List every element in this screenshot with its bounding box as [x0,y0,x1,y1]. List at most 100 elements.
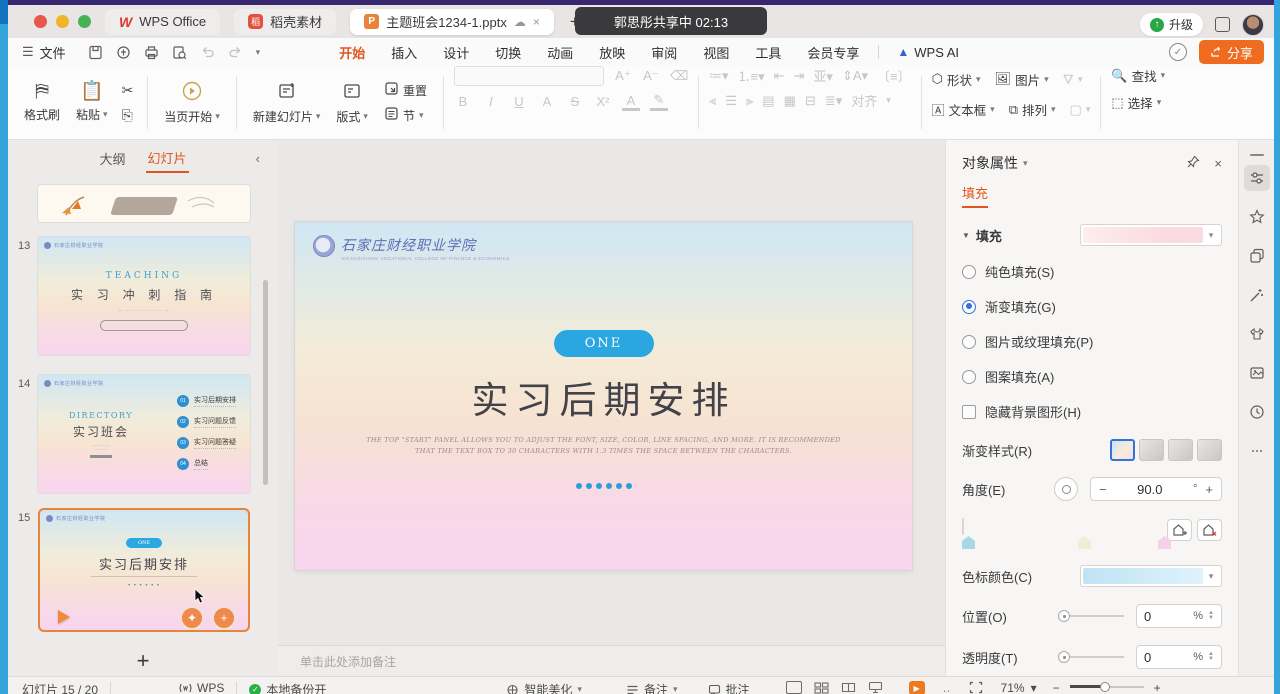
minimize-window-button[interactable] [56,15,69,28]
solid-fill-option[interactable]: 纯色填充(S) [946,262,1238,281]
ribbon-tab-design[interactable]: 设计 [430,39,482,66]
align-center-icon[interactable]: ☰ [725,93,737,109]
collapse-panel-icon[interactable]: ‹ [256,151,260,166]
gradient-style-4[interactable] [1197,439,1222,461]
slide-thumbnail-12-partial[interactable] [38,185,250,222]
format-painter-button[interactable]: ⛿ 格式刷 [16,82,68,123]
properties-rail-icon[interactable] [1244,165,1270,191]
numbered-list-icon[interactable]: ⒈≡▾ [737,66,764,85]
ribbon-tab-view[interactable]: 视图 [690,39,742,66]
history-rail-icon[interactable] [1244,399,1270,425]
distribute-icon[interactable]: ▦ [784,93,796,109]
paragraph-spacing-icon[interactable]: ≣▾ [825,93,842,109]
slide-thumbnail-15-selected[interactable]: 石家庄财经职业学院 ONE 实习后期安排 • • • • • • ✦ + [38,508,250,632]
slideshow-play-button[interactable]: ▶ [909,681,925,694]
print-preview-icon[interactable] [172,45,187,60]
slide-sorter-view-icon[interactable] [814,681,829,694]
angle-rotate-knob[interactable] [1054,477,1078,501]
fit-slide-icon[interactable] [969,681,983,694]
align-objects-label[interactable]: 对齐 [851,91,877,110]
char-shading-button[interactable]: A [538,94,556,109]
tab-document-active[interactable]: P 主题班会1234-1.pptx ☁ × [350,9,554,35]
slide-canvas[interactable]: 石家庄财经职业学院 SHIJIAZHUANG VOCATIONAL COLLEG… [278,140,945,645]
font-name-combo[interactable] [454,66,604,86]
italic-button[interactable]: I [482,94,500,109]
comments-toggle-button[interactable]: 批注 [708,681,750,694]
find-button[interactable]: 🔍查找▾ [1111,66,1165,85]
superscript-button[interactable]: X² [594,94,612,109]
justify-icon[interactable]: ▤ [762,93,774,109]
reading-view-icon[interactable] [841,681,856,694]
more-status-icon[interactable]: ‥ [943,681,951,694]
strikethrough-button[interactable]: S [566,94,584,109]
align-right-icon[interactable]: ⫸ [746,93,753,109]
picture-fill-option[interactable]: 图片或纹理填充(P) [946,332,1238,351]
outline-tab[interactable]: 大纲 [97,145,127,172]
gradient-stops-bar[interactable] [962,518,964,535]
slides-tab[interactable]: 幻灯片 [146,144,189,173]
bullet-list-icon[interactable]: ≔▾ [709,68,729,84]
zoom-in-button[interactable]: + [1154,681,1161,694]
spinner-arrows-icon[interactable]: ▲▼ [1208,652,1214,662]
cut-icon[interactable]: ✂ [122,82,134,99]
tab-wps-office[interactable]: W WPS Office [105,9,220,35]
ribbon-tab-wps-ai[interactable]: ▲ WPS AI [885,45,971,60]
local-backup-item[interactable]: ✓ 本地备份开 [249,681,326,694]
magic-wand-rail-icon[interactable] [1244,282,1270,308]
clear-format-icon[interactable]: ⌫ [670,68,688,84]
font-color-button[interactable]: A [622,93,640,111]
ribbon-tab-tools[interactable]: 工具 [742,39,794,66]
shrink-text-icon[interactable]: ⊟ [805,93,816,109]
position-slider[interactable] [1058,610,1124,622]
smart-beautify-button[interactable]: 智能美化 ▾ [506,681,582,694]
quick-access-chevron-icon[interactable]: ▾ [256,47,261,58]
close-window-button[interactable] [34,15,47,28]
save-icon[interactable] [88,45,103,60]
wps-status-item[interactable]: WPS [179,681,224,694]
delete-gradient-stop-button[interactable] [1197,519,1222,541]
collapse-section-icon[interactable]: ▼ [962,231,970,240]
tab-rice-material[interactable]: 稻 稻壳素材 [234,9,336,35]
gradient-stop-1[interactable] [962,536,975,549]
increase-font-icon[interactable]: A⁺ [614,68,632,84]
transparency-input[interactable]: 0 % ▲▼ [1136,645,1222,669]
underline-button[interactable]: U [510,94,528,109]
undo-icon[interactable] [200,45,215,60]
new-slide-plus-button[interactable]: + [8,648,278,674]
restore-window-icon[interactable] [1215,17,1230,32]
normal-view-icon[interactable] [786,681,802,694]
reset-button[interactable]: 重置 [384,81,427,99]
notes-area[interactable]: 单击此处添加备注 [278,645,945,676]
select-button[interactable]: ⬚选择▾ [1111,93,1161,112]
close-panel-icon[interactable]: × [1214,156,1222,171]
columns-icon[interactable]: 〔≡〕 [877,66,911,85]
slide-thumbnail-14[interactable]: 石家庄财经职业学院 DIRECTORY 实习班会 ‥‥‥‥‥‥‥‥‥‥‥‥ 01… [38,375,250,493]
increase-indent-icon[interactable]: ⇥ [794,68,805,84]
ribbon-tab-slideshow[interactable]: 放映 [586,39,638,66]
copy-icon[interactable]: ⎘ [122,107,134,124]
shapes-button[interactable]: ⬡形状▾ [932,70,981,89]
decrease-indent-icon[interactable]: ⇤ [774,68,785,84]
print-icon[interactable] [144,45,159,60]
arrange-button[interactable]: ⧉排列▾ [1009,100,1056,119]
redo-icon[interactable] [228,45,243,60]
export-icon[interactable] [116,45,131,60]
fill-tab[interactable]: 填充 [962,183,988,208]
paste-button[interactable]: 📋 粘贴▾ [68,82,116,123]
notes-toggle-button[interactable]: 备注 ▾ [626,681,678,694]
zoom-percentage[interactable]: 71% [1001,681,1025,694]
hide-background-option[interactable]: 隐藏背景图形(H) [946,402,1238,421]
ribbon-tab-member[interactable]: 会员专享 [794,39,872,66]
ribbon-tab-home[interactable]: 开始 [326,39,378,66]
textbox-button[interactable]: 🄰文本框▾ [932,100,995,119]
line-spacing-icon[interactable]: ⇕A▾ [842,68,868,84]
upgrade-button[interactable]: ↑ 升级 [1140,13,1203,36]
stop-color-dropdown[interactable]: ▾ [1080,565,1222,587]
file-menu-button[interactable]: ☰ 文件 [22,43,66,62]
align-left-icon[interactable]: ⫷ [709,93,716,109]
add-slide-quick-button[interactable]: + [212,606,236,630]
gradient-style-1-selected[interactable] [1110,439,1135,461]
close-tab-icon[interactable]: × [533,15,540,29]
highlight-color-button[interactable]: ✎ [650,92,668,111]
new-slide-button[interactable]: 新建幻灯片▾ [245,81,329,125]
